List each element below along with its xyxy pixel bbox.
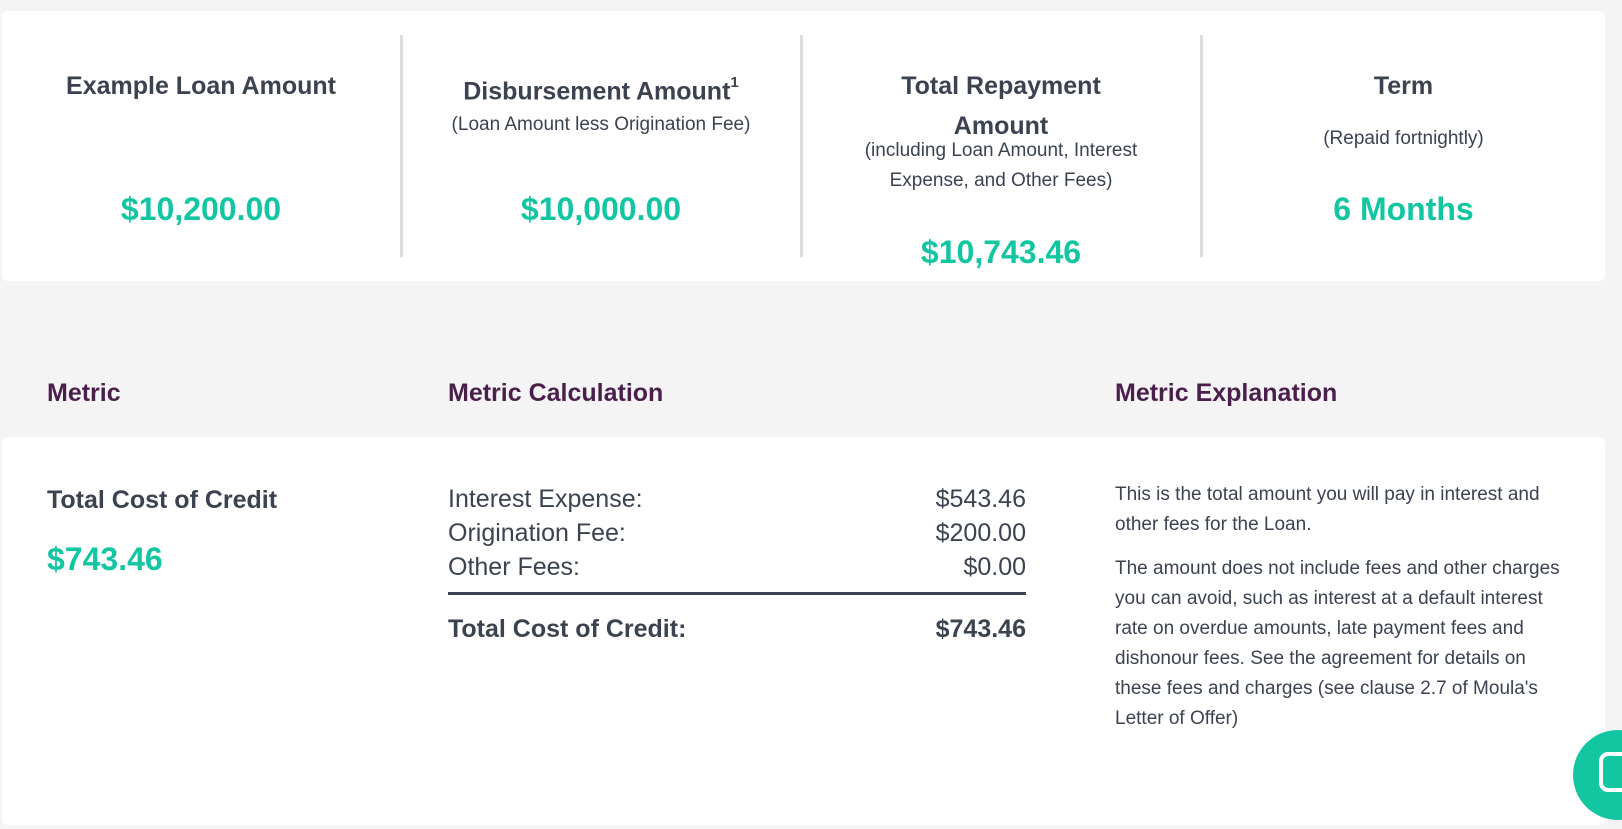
calc-total-amount: $743.46 (935, 615, 1026, 643)
metric-header: Metric (47, 379, 121, 407)
calc-row-other-fees: Other Fees: $0.00 (448, 550, 1026, 584)
calc-row-interest: Interest Expense: $543.46 (448, 482, 1026, 516)
loan-summary-card: Example Loan Amount $10,200.00 Disbursem… (2, 11, 1605, 281)
term-title: Term (1373, 72, 1434, 100)
metric-calculation-header: Metric Calculation (448, 379, 664, 407)
chat-icon (1599, 752, 1622, 792)
calc-amount: $0.00 (963, 553, 1026, 581)
loan-amount-title: Example Loan Amount (66, 72, 336, 100)
calc-total-rule (448, 592, 1026, 595)
calc-total-label: Total Cost of Credit: (448, 615, 687, 643)
repayment-column: Total Repayment Amount (including Loan A… (802, 11, 1200, 281)
loan-amount-column: Example Loan Amount $10,200.00 (2, 11, 400, 281)
repayment-value: $10,743.46 (920, 234, 1082, 270)
calc-row-origination: Origination Fee: $200.00 (448, 516, 1026, 550)
calc-row-total: Total Cost of Credit: $743.46 (448, 612, 1026, 646)
metric-explanation-header: Metric Explanation (1115, 379, 1338, 407)
disbursement-subtitle: (Loan Amount less Origination Fee) (451, 114, 751, 135)
term-subtitle: (Repaid fortnightly) (1323, 128, 1484, 149)
loan-amount-value: $10,200.00 (120, 191, 282, 227)
term-value: 6 Months (1333, 191, 1474, 227)
calc-label: Origination Fee: (448, 519, 626, 547)
disbursement-title: Disbursement Amount1 (463, 74, 739, 106)
disbursement-value: $10,000.00 (520, 191, 682, 227)
repayment-subtitle: (including Loan Amount, Interest Expense… (864, 140, 1138, 191)
explanation-paragraph: This is the total amount you will pay in… (1115, 484, 1540, 535)
calc-label: Interest Expense: (448, 485, 643, 513)
disbursement-column: Disbursement Amount1 (Loan Amount less O… (402, 11, 800, 281)
calc-label: Other Fees: (448, 553, 580, 581)
metric-value: $743.46 (47, 541, 163, 577)
term-column: Term (Repaid fortnightly) 6 Months (1202, 11, 1605, 281)
repayment-title: Total Repayment Amount (901, 72, 1101, 140)
explanation-paragraph: The amount does not include fees and oth… (1115, 558, 1560, 729)
metric-name: Total Cost of Credit (47, 486, 278, 514)
calc-amount: $543.46 (935, 485, 1026, 513)
calc-amount: $200.00 (935, 519, 1026, 547)
footnote-marker: 1 (730, 74, 739, 91)
